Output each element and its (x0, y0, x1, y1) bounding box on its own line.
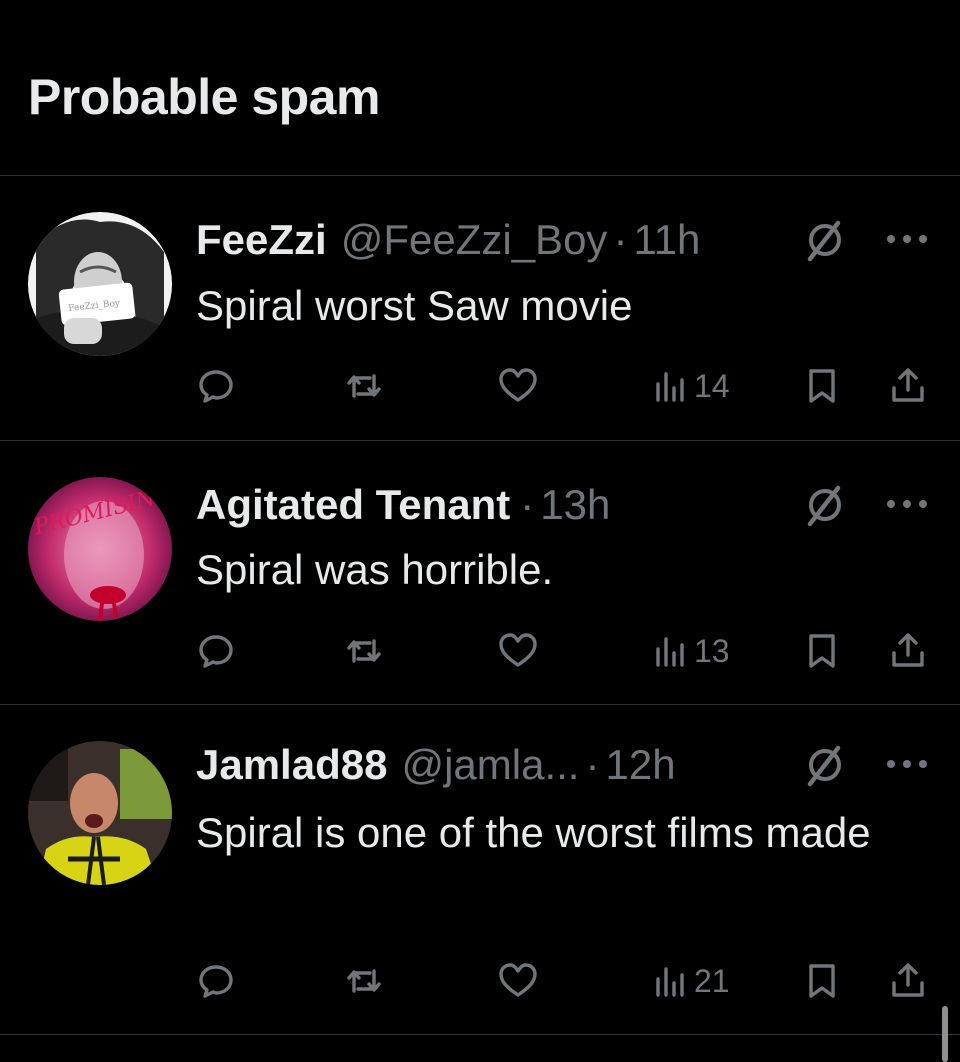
share-button[interactable] (888, 957, 928, 1005)
bookmark-button[interactable] (802, 957, 842, 1005)
repost-icon (347, 374, 381, 398)
like-button[interactable] (498, 957, 538, 1005)
reply-button[interactable] (196, 957, 236, 1005)
display-name[interactable]: FeeZzi (196, 219, 327, 261)
views-button[interactable]: 21 (650, 957, 730, 1005)
repost-icon (347, 639, 381, 663)
scrollbar[interactable] (942, 1006, 948, 1062)
views-chart-icon (656, 372, 684, 402)
grok-icon[interactable] (802, 742, 848, 788)
post[interactable]: Jamlad88 @jamla... · 12h Spiral is one o… (0, 705, 960, 1035)
views-button[interactable]: 14 (650, 362, 730, 410)
post-actions: 13 (196, 627, 936, 675)
more-dots-icon[interactable] (884, 493, 930, 515)
post-text: Spiral worst Saw movie (196, 282, 633, 329)
views-chart-icon (656, 637, 684, 667)
post-meta: Jamlad88 @jamla... · 12h (196, 741, 676, 788)
post-text: Spiral was horrible. (196, 546, 554, 593)
user-handle[interactable]: @FeeZzi_Boy (341, 219, 608, 261)
reply-button[interactable] (196, 362, 236, 410)
bookmark-icon (809, 369, 835, 403)
post-meta: FeeZzi @FeeZzi_Boy · 11h (196, 216, 701, 263)
display-name[interactable]: Agitated Tenant (196, 484, 510, 526)
post-actions: 14 (196, 362, 936, 410)
more-dots-icon[interactable] (884, 228, 930, 250)
display-name[interactable]: Jamlad88 (196, 744, 387, 786)
repost-button[interactable] (344, 627, 384, 675)
post-meta: Agitated Tenant · 13h (196, 481, 611, 528)
views-count: 13 (694, 632, 730, 669)
share-button[interactable] (888, 627, 928, 675)
post[interactable]: FeeZzi_Boy FeeZzi @FeeZzi_Boy · 11h Spir… (0, 176, 960, 441)
grok-icon[interactable] (802, 482, 848, 528)
page-header: Probable spam (0, 0, 960, 176)
bookmark-button[interactable] (802, 627, 842, 675)
like-button[interactable] (498, 627, 538, 675)
views-count: 21 (694, 962, 730, 999)
views-button[interactable]: 13 (650, 627, 730, 675)
user-handle[interactable]: @jamla... (401, 744, 579, 786)
reply-button[interactable] (196, 627, 236, 675)
avatar[interactable] (28, 741, 172, 885)
avatar[interactable]: FeeZzi_Boy (28, 212, 172, 356)
bookmark-icon (809, 634, 835, 668)
heart-icon (499, 368, 537, 402)
reply-icon (199, 635, 233, 668)
post-time[interactable]: 12h (605, 744, 675, 786)
share-icon (892, 368, 924, 402)
views-chart-icon (656, 967, 684, 997)
more-dots-icon[interactable] (884, 753, 930, 775)
views-count: 14 (694, 367, 730, 404)
post-time[interactable]: 11h (633, 219, 700, 261)
repost-icon (347, 969, 381, 993)
repost-button[interactable] (344, 362, 384, 410)
bookmark-button[interactable] (802, 362, 842, 410)
grok-icon[interactable] (802, 217, 848, 263)
post[interactable]: PROMISING YOUNG WOMAN Agitated Tenant · … (0, 441, 960, 705)
repost-button[interactable] (344, 957, 384, 1005)
heart-icon (499, 963, 537, 997)
bookmark-icon (809, 964, 835, 998)
like-button[interactable] (498, 362, 538, 410)
avatar[interactable]: PROMISING YOUNG WOMAN (28, 477, 172, 621)
heart-icon (499, 633, 537, 667)
share-icon (892, 963, 924, 997)
share-icon (892, 633, 924, 667)
share-button[interactable] (888, 362, 928, 410)
reply-icon (199, 965, 233, 998)
post-time[interactable]: 13h (540, 484, 610, 526)
page-title: Probable spam (28, 69, 380, 125)
post-text: Spiral is one of the worst films made (196, 809, 871, 856)
reply-icon (199, 370, 233, 403)
post-actions: 21 (196, 957, 936, 1005)
